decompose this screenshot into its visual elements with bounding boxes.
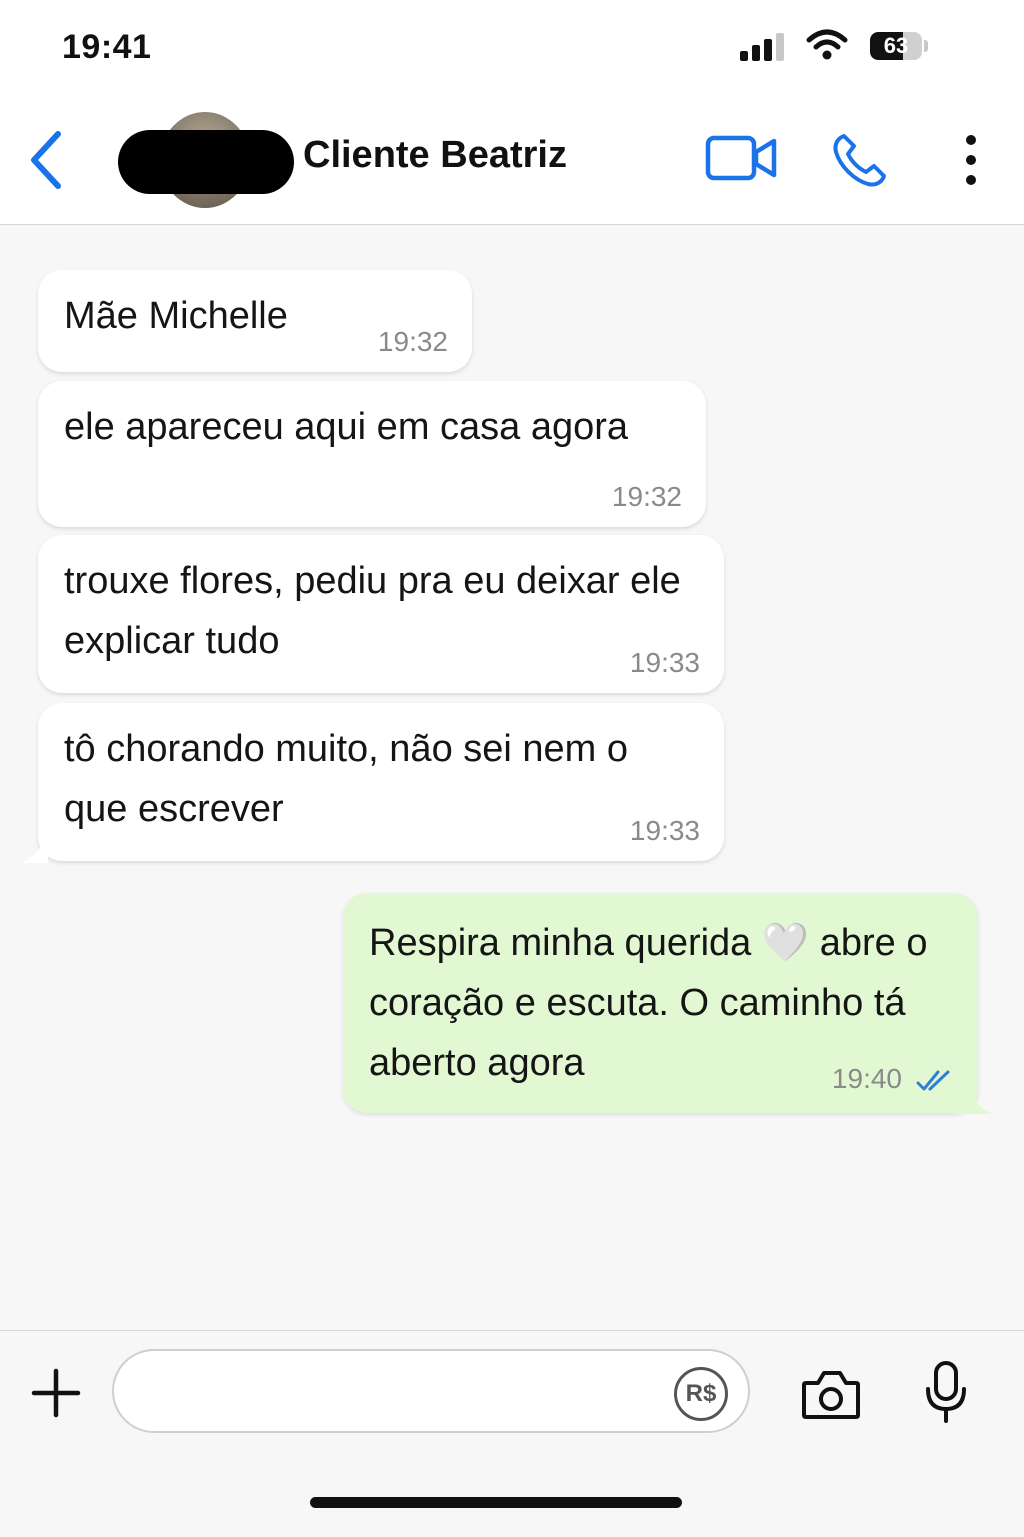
back-button[interactable] (22, 124, 74, 196)
message-bubble-incoming[interactable]: trouxe flores, pediu pra eu deixar ele e… (38, 535, 724, 693)
video-call-button[interactable] (704, 132, 778, 184)
message-text: tô chorando muito, não sei nem o que esc… (64, 728, 629, 830)
status-time: 19:41 (62, 28, 152, 66)
more-options-button[interactable] (955, 132, 987, 188)
read-receipt-icon (916, 1070, 950, 1091)
phone-icon (833, 134, 886, 187)
plus-icon (31, 1368, 81, 1418)
message-time: 19:32 (377, 326, 448, 357)
attach-button[interactable] (30, 1367, 82, 1419)
battery-level: 63 (883, 33, 909, 58)
payment-button[interactable]: R$ (674, 1367, 728, 1421)
video-camera-icon (705, 135, 757, 181)
bubble-tail-outgoing (955, 1080, 993, 1114)
message-bubble-incoming[interactable]: ele apareceu aqui em casa agora 19:32 (38, 381, 706, 527)
message-time: 19:40 (831, 1063, 902, 1094)
message-list[interactable]: Mãe Michelle 19:32 ele apareceu aqui em … (0, 225, 1024, 1330)
message-time: 19:32 (611, 481, 682, 512)
battery-icon: 63 (870, 32, 922, 60)
message-bubble-outgoing[interactable]: Respira minha querida 🤍 abre o coração e… (343, 893, 978, 1113)
wifi-icon (806, 29, 848, 60)
voice-call-button[interactable] (830, 132, 890, 188)
message-bubble-incoming[interactable]: tô chorando muito, não sei nem o que esc… (38, 703, 724, 861)
message-time: 19:33 (629, 647, 700, 678)
cellular-signal-icon (740, 33, 784, 61)
chevron-left-icon (31, 131, 61, 189)
chat-header: Cliente Beatriz (0, 96, 1024, 225)
status-bar: 19:41 63 (0, 0, 1024, 96)
bubble-tail-incoming (20, 833, 48, 863)
message-bubble-incoming[interactable]: Mãe Michelle 19:32 (38, 270, 472, 372)
message-time: 19:33 (629, 815, 700, 846)
home-indicator (310, 1497, 682, 1508)
message-text: trouxe flores, pediu pra eu deixar ele e… (64, 560, 681, 662)
redaction-mark (118, 130, 294, 194)
message-input[interactable] (112, 1349, 750, 1433)
message-text: ele apareceu aqui em casa agora (64, 406, 629, 448)
camera-button[interactable] (800, 1367, 862, 1421)
microphone-button[interactable] (924, 1361, 968, 1425)
battery-nub (924, 40, 928, 52)
contact-name[interactable]: Cliente Beatriz (303, 134, 567, 177)
microphone-icon (934, 1361, 958, 1401)
